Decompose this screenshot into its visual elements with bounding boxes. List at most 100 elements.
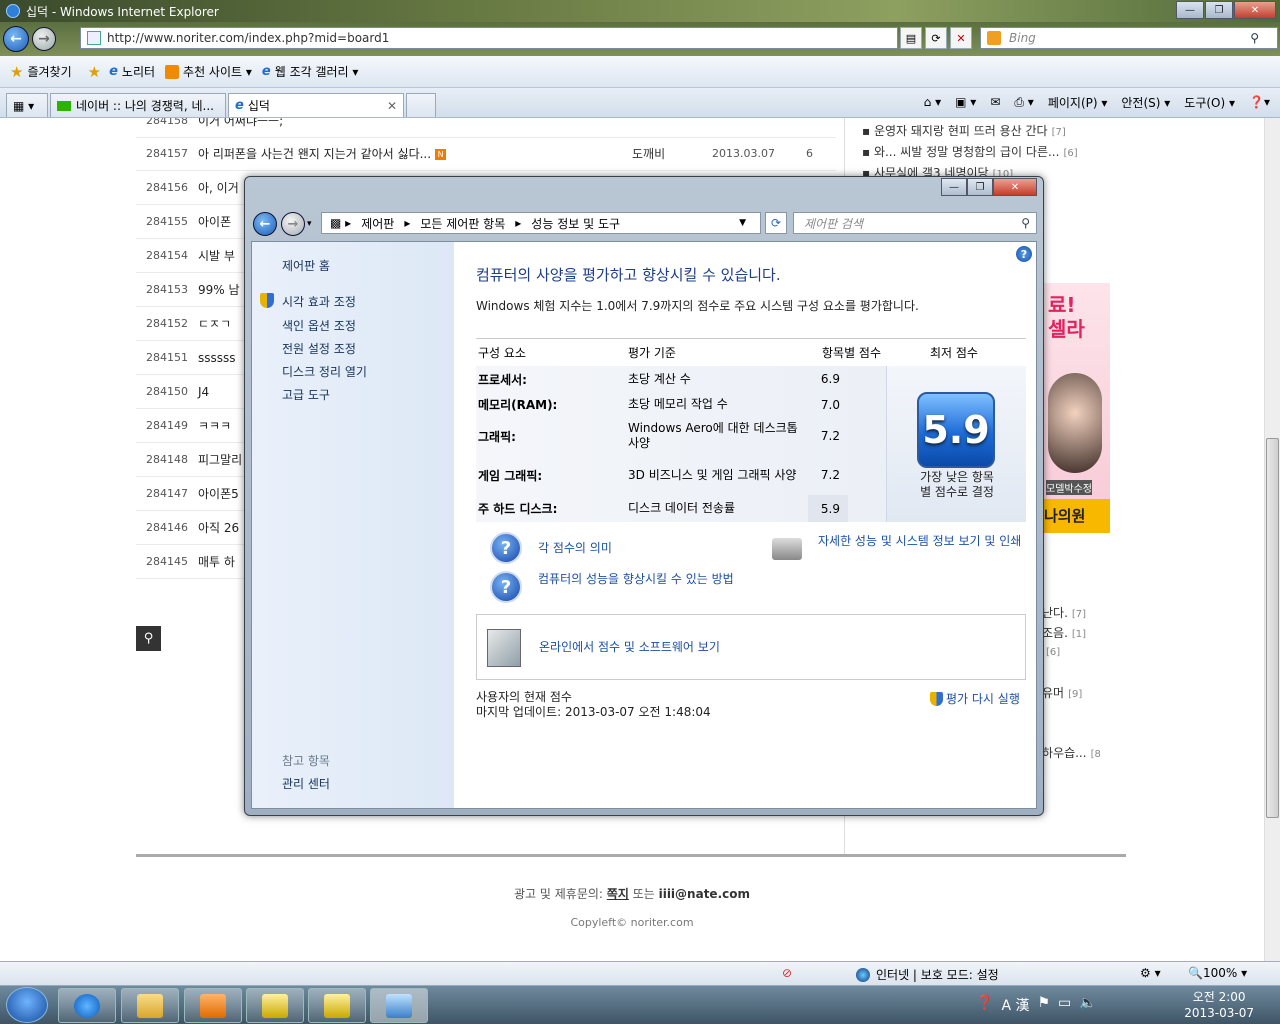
add-favorite-button[interactable]: ★ bbox=[88, 63, 105, 81]
system-tray: ❓ A 漢 ⚑ ▭ 🔈 bbox=[976, 995, 1097, 1015]
side-list-item[interactable]: ▪ 운영자 돼지랑 현피 뜨러 용산 간다 [7] bbox=[862, 121, 1122, 142]
link-visual-effects[interactable]: 시각 효과 조정 bbox=[282, 293, 356, 310]
zoom-level[interactable]: 🔍100% ▾ bbox=[1188, 966, 1247, 980]
page-menu[interactable]: 페이지(P) ▾ bbox=[1048, 94, 1108, 111]
command-bar: ⌂ ▾ ▣ ▾ ✉ ⎙ ▾ 페이지(P) ▾ 안전(S) ▾ 도구(O) ▾ ❓… bbox=[910, 92, 1270, 112]
fav-link-suggested[interactable]: 추천 사이트 ▾ bbox=[165, 63, 252, 80]
taskbar-ie[interactable] bbox=[58, 988, 116, 1023]
cp-content: 제어판 홈 시각 효과 조정 색인 옵션 조정 전원 설정 조정 디스크 정리 … bbox=[251, 241, 1037, 809]
link-online-scores[interactable]: 온라인에서 점수 및 소프트웨어 보기 bbox=[539, 640, 720, 655]
breadcrumb-item[interactable]: 성능 정보 및 도구 bbox=[531, 215, 620, 232]
stop-icon[interactable]: ✕ bbox=[950, 27, 972, 49]
volume-icon[interactable]: 🔈 bbox=[1079, 995, 1096, 1015]
post-title[interactable]: 이거 어쩌냐ㅡㅡ; bbox=[198, 118, 632, 129]
address-bar[interactable]: http://www.noriter.com/index.php?mid=boa… bbox=[80, 27, 898, 49]
cp-close-button[interactable]: ✕ bbox=[993, 178, 1037, 196]
cp-back-button[interactable]: ← bbox=[253, 212, 277, 236]
chevron-down-icon[interactable]: ▼ bbox=[739, 218, 746, 228]
fav-link-noriter[interactable]: e 노리터 bbox=[109, 63, 155, 80]
post-title[interactable]: 아 리퍼폰을 사는건 왠지 지는거 같아서 싫다... N bbox=[198, 145, 632, 162]
search-icon[interactable]: ⚲ bbox=[1250, 31, 1259, 45]
refresh-icon[interactable]: ⟳ bbox=[925, 27, 947, 49]
taskbar-explorer[interactable] bbox=[121, 988, 179, 1023]
language-icon[interactable]: ❓ bbox=[976, 995, 993, 1015]
cp-breadcrumb[interactable]: ▩ ▸ 제어판 ▸ 모든 제어판 항목 ▸ 성능 정보 및 도구 ▼ bbox=[321, 212, 761, 234]
footer-email[interactable]: iiii@nate.com bbox=[659, 887, 750, 901]
side-list-item[interactable]: [6] bbox=[1042, 644, 1060, 658]
board-row[interactable]: 284158 이거 어쩌냐ㅡㅡ; bbox=[136, 118, 836, 138]
tab-sipduk[interactable]: e 십덕 ✕ bbox=[228, 93, 404, 117]
cp-maximize-button[interactable]: ❐ bbox=[967, 178, 993, 196]
link-score-meaning[interactable]: 각 점수의 의미 bbox=[538, 541, 612, 556]
ime-indicator[interactable]: A 漢 bbox=[1001, 995, 1029, 1015]
help-icon[interactable]: ❓▾ bbox=[1249, 95, 1270, 109]
page-scrollbar[interactable] bbox=[1264, 118, 1280, 961]
start-button[interactable] bbox=[6, 987, 48, 1023]
taskbar-app1[interactable] bbox=[246, 988, 304, 1023]
taskbar-app2[interactable] bbox=[308, 988, 366, 1023]
cp-refresh-icon[interactable]: ⟳ bbox=[765, 212, 787, 234]
side-item-title: 조음. bbox=[1042, 626, 1068, 640]
post-number: 284154 bbox=[146, 249, 188, 262]
side-list-item[interactable]: 하우습... [8 bbox=[1042, 744, 1101, 761]
link-advanced-tools[interactable]: 고급 도구 bbox=[282, 386, 330, 403]
search-input[interactable]: Bing ⚲ bbox=[980, 27, 1278, 49]
tab-close-icon[interactable]: ✕ bbox=[387, 99, 397, 113]
taskbar-media-player[interactable] bbox=[184, 988, 242, 1023]
link-index-options[interactable]: 색인 옵션 조정 bbox=[282, 317, 356, 334]
footer-text: 광고 및 제휴문의: bbox=[514, 887, 607, 901]
cp-home-link[interactable]: 제어판 홈 bbox=[282, 257, 330, 274]
forward-button[interactable]: → bbox=[32, 27, 56, 51]
scrollbar-thumb[interactable] bbox=[1266, 438, 1279, 818]
tools-menu[interactable]: 도구(O) ▾ bbox=[1184, 94, 1235, 111]
link-improve-performance[interactable]: 컴퓨터의 성능을 향상시킬 수 있는 방법 bbox=[538, 572, 748, 587]
board-row[interactable]: 284157 아 리퍼폰을 사는건 왠지 지는거 같아서 싫다... N 도깨비 201… bbox=[136, 137, 836, 171]
cp-recent-dropdown-icon[interactable]: ▾ bbox=[307, 219, 312, 229]
tab-naver[interactable]: 네이버 :: 나의 경쟁력, 네... bbox=[50, 93, 226, 117]
breadcrumb-item[interactable]: 제어판 bbox=[361, 215, 394, 232]
link-details-print[interactable]: 자세한 성능 및 시스템 정보 보기 및 인쇄 bbox=[818, 534, 1030, 549]
last-update-text: 마지막 업데이트: 2013-03-07 오전 1:48:04 bbox=[476, 705, 711, 719]
minimize-button[interactable]: — bbox=[1176, 1, 1204, 19]
taskbar-control-panel[interactable] bbox=[370, 988, 428, 1023]
protected-mode-icon[interactable]: ⚙ ▾ bbox=[1140, 966, 1161, 980]
rerun-assessment-link[interactable]: 평가 다시 실행 bbox=[930, 690, 1020, 707]
new-tab-button[interactable] bbox=[406, 93, 436, 117]
cp-forward-button[interactable]: → bbox=[281, 212, 305, 236]
link-disk-cleanup[interactable]: 디스크 정리 열기 bbox=[282, 363, 367, 380]
footer-note-link[interactable]: 쪽지 bbox=[607, 887, 629, 901]
ad-banner[interactable]: 료! 셀라 모델박수정 나의원 bbox=[1040, 283, 1110, 533]
tracking-icon[interactable]: ⊘ bbox=[782, 966, 792, 980]
side-list-item[interactable]: 조음. [1] bbox=[1042, 624, 1086, 641]
print-icon[interactable]: ⎙ ▾ bbox=[1014, 95, 1033, 110]
network-icon[interactable]: ▭ bbox=[1058, 995, 1071, 1015]
link-action-center[interactable]: 관리 센터 bbox=[282, 775, 330, 792]
compat-view-icon[interactable]: ▤ bbox=[900, 27, 922, 49]
back-button[interactable]: ← bbox=[3, 26, 29, 52]
home-icon[interactable]: ⌂ ▾ bbox=[924, 95, 941, 109]
side-list-item[interactable]: ▪ 와... 씨발 정말 명청함의 급이 다른... [6] bbox=[862, 142, 1122, 163]
cp-minimize-button[interactable]: — bbox=[941, 178, 967, 196]
mail-icon[interactable]: ✉ bbox=[990, 95, 1000, 109]
feeds-icon[interactable]: ▣ ▾ bbox=[955, 95, 976, 109]
fav-link-webslice[interactable]: e웹 조각 갤러리 ▾ bbox=[262, 63, 359, 80]
side-list-item[interactable]: 난다. [7] bbox=[1042, 604, 1086, 621]
close-button[interactable]: ✕ bbox=[1234, 1, 1276, 19]
cp-search-icon[interactable]: ⚲ bbox=[1021, 216, 1030, 230]
help-icon[interactable]: ? bbox=[1016, 246, 1032, 262]
quick-tabs-button[interactable]: ▦ ▾ bbox=[6, 93, 48, 117]
security-zone[interactable]: 인터넷 | 보호 모드: 설정 bbox=[856, 966, 999, 983]
side-item-title: 와... 씨발 정말 명청함의 급이 다른... bbox=[873, 145, 1060, 159]
clock[interactable]: 오전 2:00 2013-03-07 bbox=[1184, 989, 1254, 1021]
flag-icon[interactable]: ⚑ bbox=[1037, 995, 1050, 1015]
breadcrumb-item[interactable]: 모든 제어판 항목 bbox=[420, 215, 505, 232]
naver-icon bbox=[57, 100, 71, 111]
maximize-button[interactable]: ❐ bbox=[1205, 1, 1233, 19]
footer-contact: 광고 및 제휴문의: 쪽지 또는 iiii@nate.com bbox=[0, 885, 1264, 902]
favorites-button[interactable]: ★ 즐겨찾기 bbox=[10, 63, 72, 81]
cp-search-input[interactable]: 제어판 검색 ⚲ bbox=[793, 212, 1037, 234]
board-search-button[interactable]: ⚲ bbox=[136, 626, 161, 651]
link-power-settings[interactable]: 전원 설정 조정 bbox=[282, 340, 356, 357]
side-list-item[interactable]: 유머 [9] bbox=[1042, 684, 1082, 701]
safety-menu[interactable]: 안전(S) ▾ bbox=[1121, 94, 1170, 111]
